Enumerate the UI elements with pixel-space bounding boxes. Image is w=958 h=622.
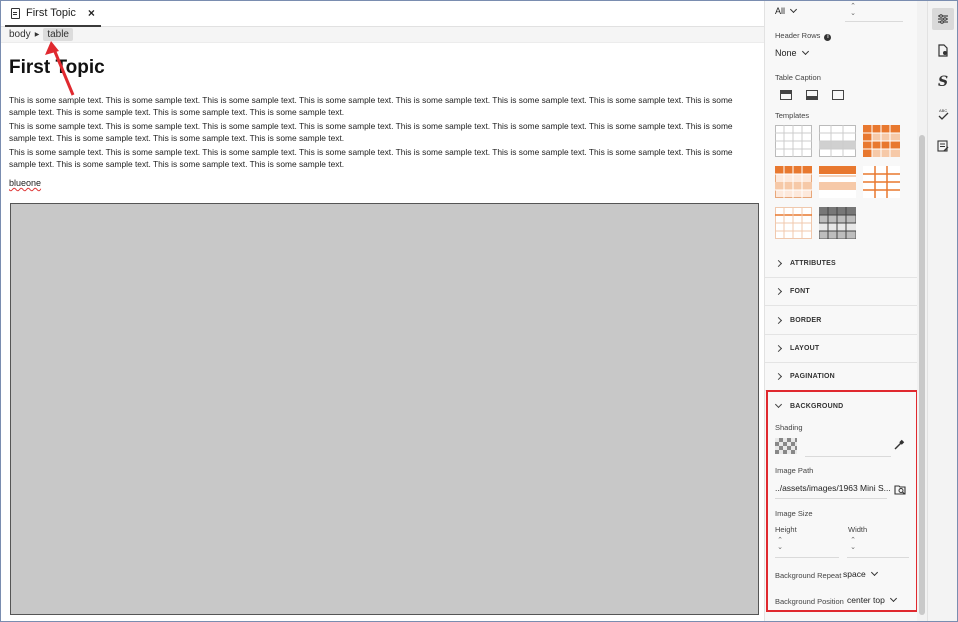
paragraph[interactable]: This is some sample text. This is some s… (9, 121, 759, 144)
spellcheck-button[interactable]: ABC (932, 103, 954, 125)
section-attributes[interactable]: ATTRIBUTES (765, 250, 921, 278)
section-layout[interactable]: LAYOUT (765, 335, 921, 363)
header-rows-value: None (775, 48, 797, 58)
chevron-right-icon (774, 316, 783, 325)
template-orange-bands[interactable] (819, 166, 856, 198)
template-gray-band[interactable] (819, 125, 856, 157)
selected-table[interactable] (10, 203, 759, 615)
template-orange-full[interactable] (863, 125, 900, 157)
properties-button[interactable] (932, 8, 954, 30)
blueone-text[interactable]: blueone (9, 178, 41, 188)
section-font[interactable]: FONT (765, 278, 921, 306)
paragraph[interactable]: This is some sample text. This is some s… (9, 147, 759, 170)
breadcrumb-item-body[interactable]: body (9, 29, 31, 40)
field-underline (845, 21, 903, 22)
caption-bottom-icon[interactable] (806, 90, 818, 100)
section-pagination[interactable]: PAGINATION (765, 363, 921, 391)
info-icon[interactable]: i (824, 34, 832, 41)
section-title: BORDER (790, 317, 822, 324)
templates-label: Templates (775, 111, 810, 120)
editor-pane: First Topic × body ▶ table First Topic T… (1, 1, 764, 621)
background-highlight-box (766, 390, 918, 612)
template-orange-header[interactable] (775, 166, 812, 198)
chevron-right-icon (774, 344, 783, 353)
caption-none-icon[interactable] (832, 90, 844, 100)
stepper-icon[interactable]: ⌃ ⌄ (849, 3, 857, 17)
panel-scrollbar-thumb[interactable] (919, 135, 925, 615)
section-title: PAGINATION (790, 373, 835, 380)
template-plain-grid[interactable] (775, 125, 812, 157)
notes-icon (937, 140, 949, 152)
topic-heading[interactable]: First Topic (9, 57, 759, 79)
section-border[interactable]: BORDER (765, 307, 921, 335)
notes-button[interactable] (932, 135, 954, 157)
chevron-right-icon (774, 287, 783, 296)
template-orange-lines[interactable] (863, 166, 900, 198)
document-settings-button[interactable] (932, 39, 954, 61)
paragraph[interactable]: This is some sample text. This is some s… (9, 95, 759, 118)
tab-title: First Topic (26, 7, 76, 19)
close-tab-icon[interactable]: × (88, 7, 95, 19)
document-icon (11, 7, 20, 19)
header-rows-dropdown[interactable]: None (775, 47, 809, 58)
table-select-value: All (775, 6, 786, 16)
breadcrumb-item-table[interactable]: table (43, 28, 73, 41)
caption-top-icon[interactable] (780, 90, 792, 100)
chevron-right-icon (774, 259, 783, 268)
properties-icon (938, 14, 948, 24)
chevron-right-icon (774, 372, 783, 381)
document-settings-icon (938, 43, 948, 57)
header-rows-label-text: Header Rows (775, 31, 821, 40)
tab-first-topic[interactable]: First Topic × (5, 1, 101, 27)
spellcheck-icon: ABC (938, 108, 949, 120)
chevron-down-icon (801, 47, 809, 56)
styles-icon: S (937, 74, 949, 90)
svg-text:ABC: ABC (939, 108, 947, 113)
header-rows-label: Header Rows i (775, 31, 832, 41)
template-light-orange[interactable] (775, 207, 812, 239)
section-title: ATTRIBUTES (790, 260, 836, 267)
styles-button[interactable]: S (932, 71, 954, 93)
chevron-down-icon (789, 5, 798, 14)
breadcrumb: body ▶ table (1, 27, 764, 43)
section-title: LAYOUT (790, 345, 820, 352)
tab-bar: First Topic × (1, 1, 764, 27)
right-rail: S ABC (927, 1, 957, 621)
table-caption-label: Table Caption (775, 73, 821, 82)
table-select-dropdown[interactable]: All (775, 5, 798, 16)
document-content[interactable]: First Topic This is some sample text. Th… (9, 57, 759, 191)
breadcrumb-separator-icon: ▶ (34, 32, 40, 38)
template-dark-gray[interactable] (819, 207, 856, 239)
section-title: FONT (790, 288, 810, 295)
